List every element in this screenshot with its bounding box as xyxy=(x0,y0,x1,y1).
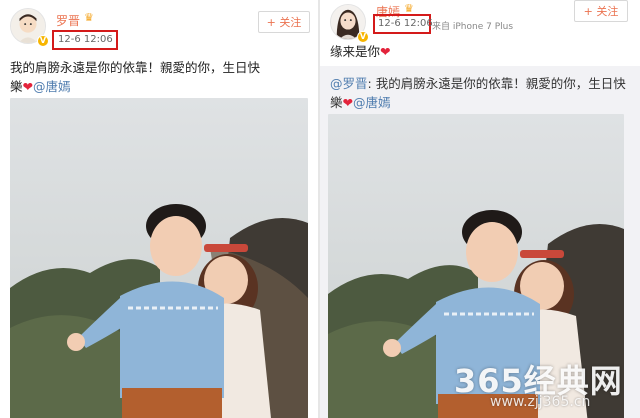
post-source[interactable]: 来自 iPhone 7 Plus xyxy=(432,19,513,32)
weibo-post-luojin: V 罗晋 ♛ 12-6 12:06 + 关注 我的肩膀永遠是你的依靠！親愛的你，… xyxy=(0,0,318,418)
heart-icon: ❤ xyxy=(22,79,33,94)
post-body-line-2: 樂❤@唐嫣 xyxy=(10,77,310,96)
follow-button[interactable]: + 关注 xyxy=(258,11,310,33)
username[interactable]: 罗晋 xyxy=(56,12,80,29)
post-photo[interactable] xyxy=(10,98,308,418)
site-watermark-url: www.zjj365.cn xyxy=(490,394,591,410)
mention-link[interactable]: @唐嫣 xyxy=(33,79,71,94)
repost-body: @罗晋: 我的肩膀永遠是你的依靠！親愛的你，生日快 樂❤@唐嫣 xyxy=(330,74,634,112)
heart-icon: ❤ xyxy=(380,44,391,59)
repost-text: 樂 xyxy=(330,95,343,110)
mention-link[interactable]: @唐嫣 xyxy=(353,95,391,110)
repost-line-1: @罗晋: 我的肩膀永遠是你的依靠！親愛的你，生日快 xyxy=(330,74,634,93)
post-body-text: 樂 xyxy=(10,79,23,94)
repost-text: : 我的肩膀永遠是你的依靠！親愛的你，生日快 xyxy=(367,76,626,91)
mention-link[interactable]: @罗晋 xyxy=(330,76,368,91)
verified-badge-icon: V xyxy=(37,35,49,47)
follow-button[interactable]: + 关注 xyxy=(574,0,628,22)
post-body: 我的肩膀永遠是你的依靠！親愛的你，生日快 樂❤@唐嫣 xyxy=(10,58,310,96)
post-body: 缘来是你❤ xyxy=(330,42,630,61)
post-timestamp[interactable]: 12-6 12:06 xyxy=(378,18,433,29)
post-body-line-1: 我的肩膀永遠是你的依靠！親愛的你，生日快 xyxy=(10,60,261,75)
vip-crown-icon: ♛ xyxy=(84,11,94,24)
heart-icon: ❤ xyxy=(342,95,353,110)
repost-line-2: 樂❤@唐嫣 xyxy=(330,93,634,112)
post-body-text: 缘来是你 xyxy=(330,44,381,59)
post-timestamp[interactable]: 12-6 12:06 xyxy=(58,34,113,45)
